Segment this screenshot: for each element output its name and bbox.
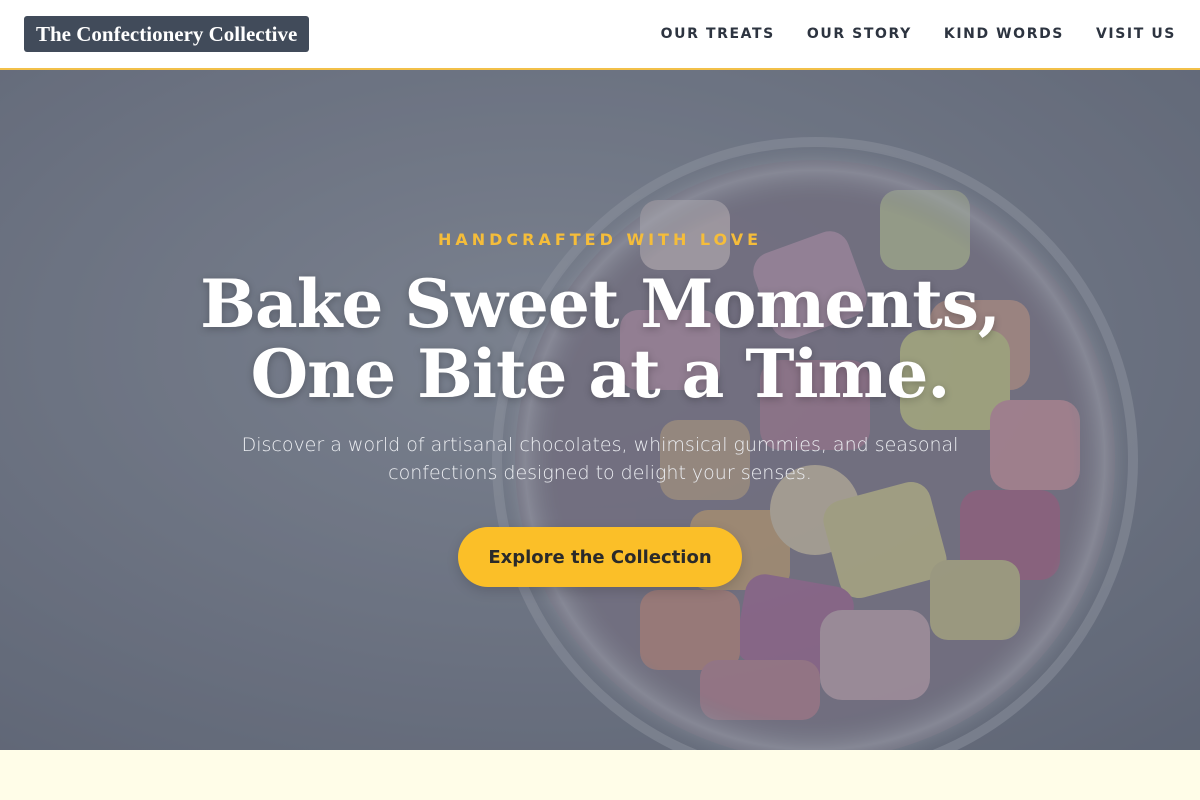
- nav-our-story[interactable]: OUR STORY: [807, 26, 912, 42]
- site-header: The Confectionery Collective OUR TREATS …: [0, 0, 1200, 70]
- hero-subtitle: Discover a world of artisanal chocolates…: [241, 434, 959, 484]
- hero-title-line-1: Bake Sweet Moments,: [200, 265, 1001, 343]
- hero-title: Bake Sweet Moments, One Bite at a Time.: [200, 269, 1001, 409]
- hero-section: HANDCRAFTED WITH LOVE Bake Sweet Moments…: [0, 70, 1200, 750]
- next-section: [0, 750, 1200, 800]
- hero-eyebrow: HANDCRAFTED WITH LOVE: [437, 230, 763, 249]
- nav-our-treats[interactable]: OUR TREATS: [661, 26, 775, 42]
- nav-visit-us[interactable]: VISIT US: [1096, 26, 1176, 42]
- brand-logo[interactable]: The Confectionery Collective: [24, 16, 310, 52]
- explore-collection-button[interactable]: Explore the Collection: [458, 527, 742, 587]
- hero-content: HANDCRAFTED WITH LOVE Bake Sweet Moments…: [0, 70, 1200, 750]
- nav-kind-words[interactable]: KIND WORDS: [944, 26, 1064, 42]
- hero-title-line-2: One Bite at a Time.: [250, 335, 951, 413]
- main-nav: OUR TREATS OUR STORY KIND WORDS VISIT US: [661, 26, 1176, 42]
